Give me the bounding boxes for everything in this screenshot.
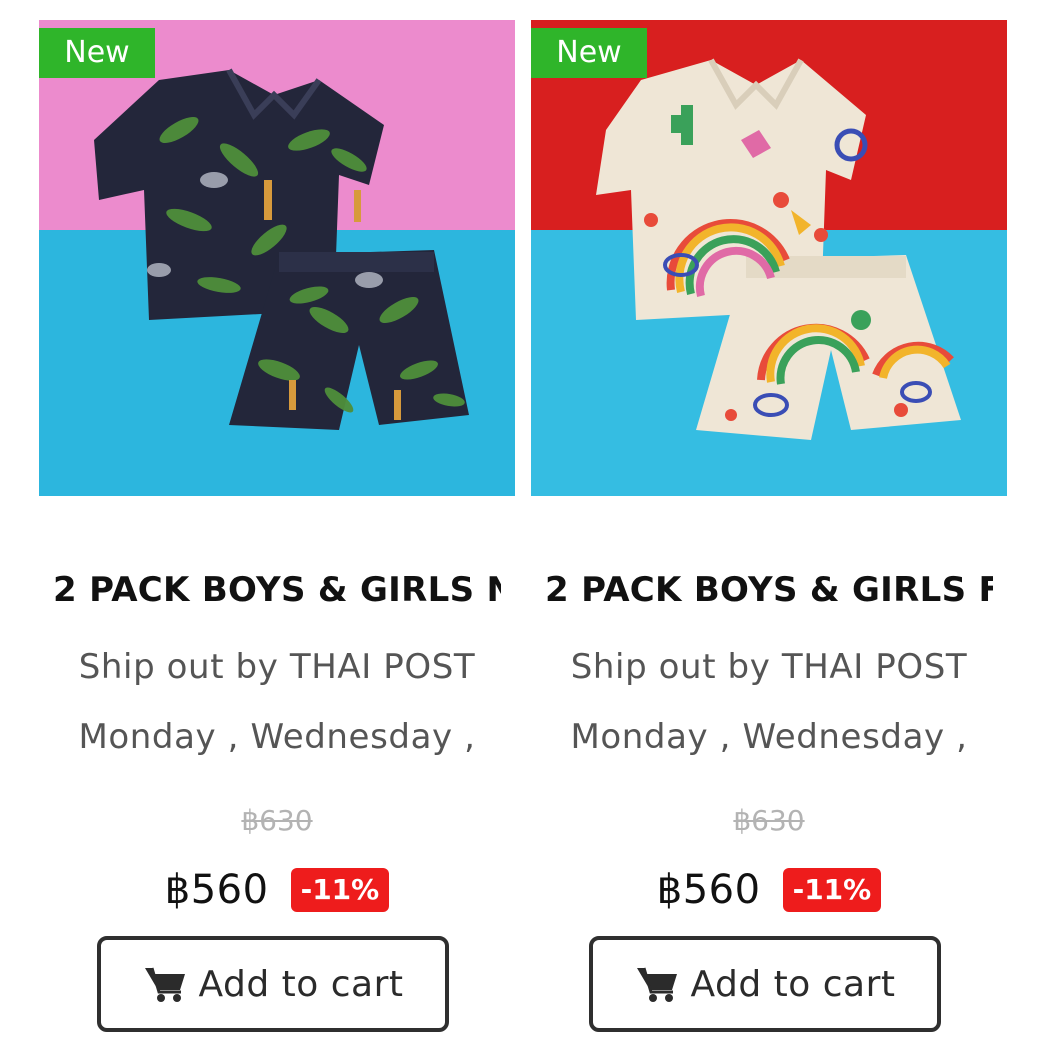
discount-badge: -11% [782,868,882,912]
price-row: ฿560 -11% [531,862,1007,918]
add-to-cart-button[interactable]: Add to cart [589,936,941,1032]
product-image[interactable]: New [531,20,1007,496]
add-to-cart-button[interactable]: Add to cart [97,936,449,1032]
sale-price: ฿560 [656,867,761,913]
product-card[interactable]: New 2 PACK BOYS & GIRLS F Ship out by TH… [531,20,1007,1047]
product-description-line1: Ship out by THAI POST [78,647,476,687]
discount-badge: -11% [290,868,390,912]
cart-icon [144,967,185,1002]
product-grid: New 2 PACK BOYS & GIRLS N Ship out by TH… [0,0,1047,1047]
product-card[interactable]: New 2 PACK BOYS & GIRLS N Ship out by TH… [39,20,515,1047]
product-description-line1: Ship out by THAI POST [570,647,968,687]
product-title[interactable]: 2 PACK BOYS & GIRLS F [545,568,993,612]
add-to-cart-label: Add to cart [690,963,896,1005]
outfit-illustration [94,68,469,430]
price-row: ฿560 -11% [39,862,515,918]
outfit-illustration [596,58,961,440]
new-badge: New [531,28,647,78]
cart-icon [636,967,677,1002]
sale-price: ฿560 [164,867,269,913]
product-image[interactable]: New [39,20,515,496]
original-price: ฿630 [241,804,313,837]
product-description-line2: Monday , Wednesday , [570,717,968,757]
product-title[interactable]: 2 PACK BOYS & GIRLS N [53,568,501,612]
product-description-line2: Monday , Wednesday , [78,717,476,757]
add-to-cart-label: Add to cart [198,963,404,1005]
original-price: ฿630 [733,804,805,837]
new-badge: New [39,28,155,78]
